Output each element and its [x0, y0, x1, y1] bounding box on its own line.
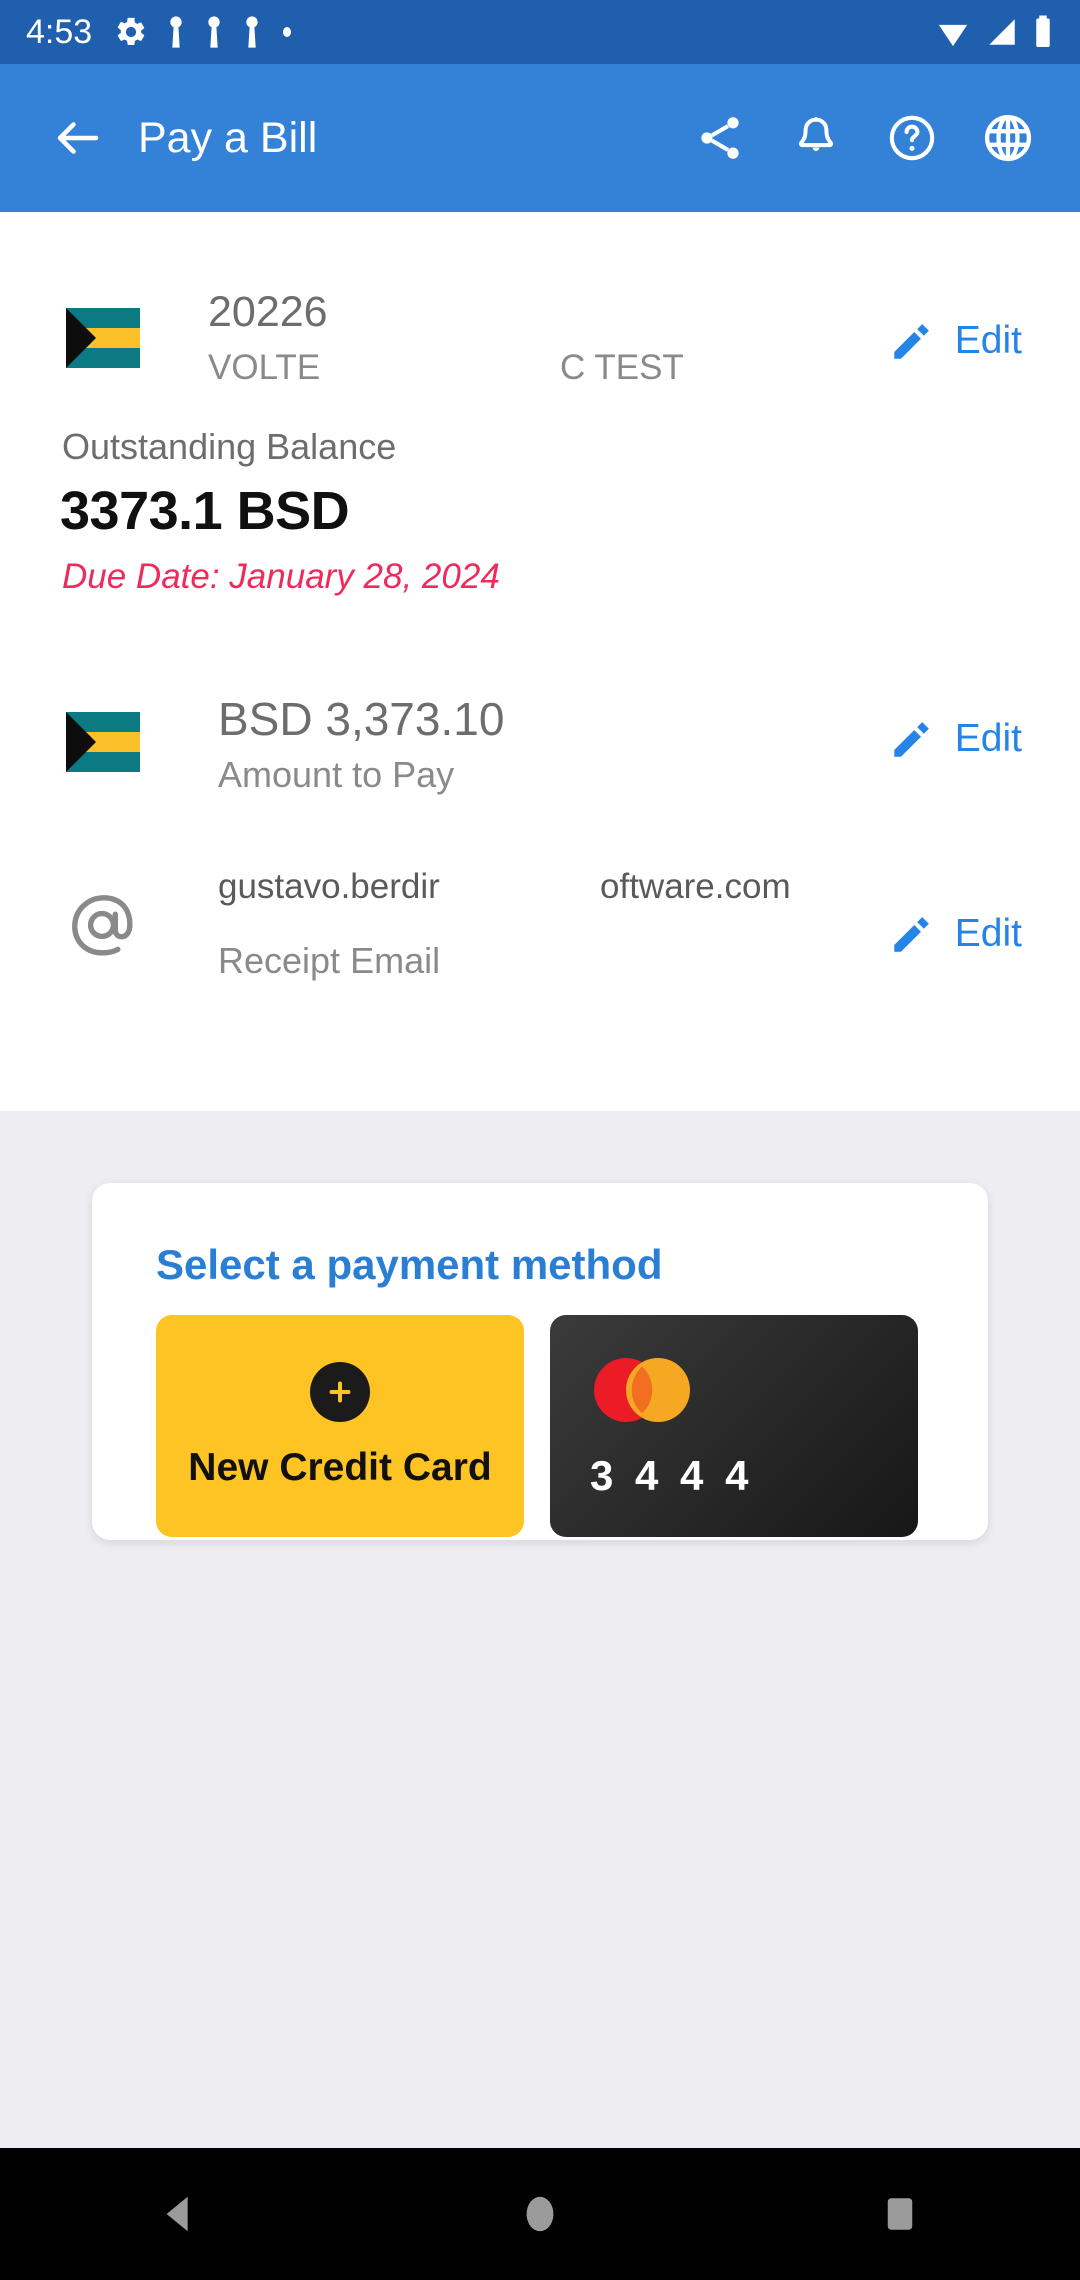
gear-icon: [117, 17, 145, 46]
amount-to-pay-value: BSD 3,373.10: [218, 693, 505, 745]
edit-account-label: Edit: [954, 319, 1022, 362]
dot-icon: [283, 27, 292, 37]
page-title: Pay a Bill: [138, 113, 318, 162]
outstanding-balance-amount: 3373.1 BSD: [60, 481, 350, 541]
pencil-icon: [894, 917, 929, 952]
key-icon: [208, 16, 220, 48]
amount-to-pay-row[interactable]: BSD 3,373.10 Amount to Pay Edit: [0, 682, 1080, 812]
arrow-back-icon: [57, 122, 99, 154]
status-right-icons: [934, 14, 1054, 50]
status-clock: 4:53: [26, 13, 93, 51]
plus-icon: [310, 1362, 370, 1422]
plus-glyph: [329, 1381, 351, 1403]
key-icon: [170, 16, 182, 48]
account-subtitle-tail: C TEST: [560, 348, 684, 387]
mastercard-icon: [594, 1358, 690, 1422]
wifi-icon: [938, 24, 968, 47]
app-bar-actions: [688, 106, 1056, 170]
edit-account-button[interactable]: Edit: [887, 316, 1080, 366]
notifications-button[interactable]: [784, 106, 848, 170]
app-bar: Pay a Bill: [0, 64, 1080, 212]
account-number: 20226: [208, 288, 328, 336]
outstanding-balance-label: Outstanding Balance: [62, 426, 397, 467]
triangle-back-icon: [166, 2196, 188, 2232]
payment-method-tiles: New Credit Card 3 4 4 4: [156, 1315, 918, 1537]
bahamas-flag-icon: [66, 712, 140, 772]
payment-method-section: Select a payment method New Credit Card: [0, 1111, 1080, 2148]
circle-home-icon: [526, 2196, 554, 2232]
receipt-email-label: Receipt Email: [218, 940, 441, 981]
share-button[interactable]: [688, 106, 752, 170]
pencil-icon: [894, 324, 929, 359]
edit-email-label: Edit: [954, 912, 1022, 955]
help-icon: [889, 115, 935, 161]
payment-method-title: Select a payment method: [156, 1241, 663, 1288]
new-credit-card-label: New Credit Card: [188, 1446, 492, 1489]
saved-card-tile[interactable]: 3 4 4 4: [550, 1315, 918, 1537]
due-date-text: Due Date: January 28, 2024: [62, 557, 500, 596]
bahamas-flag-icon: [66, 308, 140, 368]
edit-email-button[interactable]: Edit: [887, 909, 1080, 959]
receipt-email-value-tail: oftware.com: [600, 867, 791, 906]
nav-home-button[interactable]: [470, 2148, 610, 2280]
share-icon: [701, 117, 739, 159]
nav-recents-button[interactable]: [830, 2148, 970, 2280]
at-sign-icon: [72, 895, 133, 956]
status-left-icons: [114, 15, 934, 49]
edit-amount-label: Edit: [954, 717, 1022, 760]
key-icon: [246, 16, 258, 48]
edit-amount-button[interactable]: Edit: [887, 714, 1080, 764]
pencil-icon: [894, 722, 929, 757]
signal-icon: [989, 19, 1015, 45]
phone-screen: 4:53 Pay a Bill 20226 VOLTE C TEST Edit …: [0, 0, 1080, 2280]
back-button[interactable]: [40, 100, 116, 176]
language-icon: [984, 114, 1032, 162]
help-button[interactable]: [880, 106, 944, 170]
android-nav-bar: [0, 2148, 1080, 2280]
receipt-email-row[interactable]: gustavo.berdir oftware.com Receipt Email…: [0, 867, 1080, 1007]
amount-to-pay-label: Amount to Pay: [218, 754, 455, 795]
notifications-icon: [798, 117, 834, 151]
bill-details-section: 20226 VOLTE C TEST Edit Outstanding Bala…: [0, 212, 1080, 1111]
status-bar: 4:53: [0, 0, 1080, 64]
language-button[interactable]: [976, 106, 1040, 170]
nav-back-button[interactable]: [110, 2148, 250, 2280]
payment-method-card: Select a payment method New Credit Card: [92, 1183, 988, 1540]
battery-icon: [1036, 15, 1050, 47]
account-subtitle-text: VOLTE: [208, 348, 321, 387]
saved-card-last4: 3 4 4 4: [590, 1452, 754, 1499]
receipt-email-value: gustavo.berdir: [218, 867, 440, 906]
square-recents-icon: [887, 2198, 913, 2230]
account-row[interactable]: 20226 VOLTE C TEST Edit: [0, 288, 1080, 408]
new-credit-card-tile[interactable]: New Credit Card: [156, 1315, 524, 1537]
